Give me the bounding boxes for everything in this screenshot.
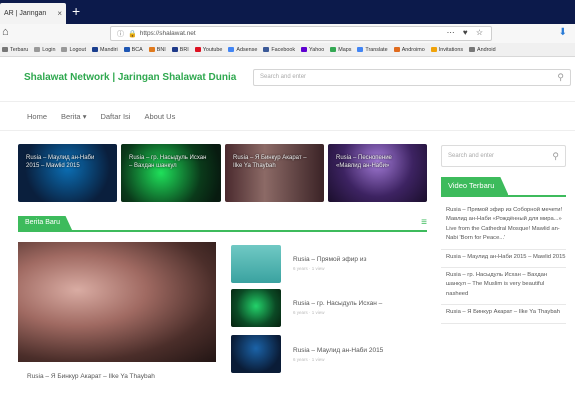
bookmark-item[interactable]: Androimo: [393, 46, 425, 53]
header-search-input[interactable]: Search and enter ⚲: [253, 69, 571, 86]
home-icon[interactable]: ⌂: [2, 26, 9, 38]
bookmark-item[interactable]: Android: [469, 46, 496, 53]
bookmark-item[interactable]: Invitations: [430, 46, 463, 53]
post-meta: 6 years · 1 view: [293, 357, 325, 362]
search-icon[interactable]: ⚲: [557, 72, 564, 83]
slider-item[interactable]: Rusia – Песнопение «Мавлид ан-Наби»: [328, 144, 427, 202]
lock-icon: 🔒: [128, 30, 137, 38]
bookmark-item[interactable]: Youtube: [194, 46, 222, 53]
featured-image[interactable]: [18, 242, 216, 362]
post-thumbnail[interactable]: [231, 245, 281, 283]
browser-tab[interactable]: AR | Jaringan ×: [0, 3, 66, 24]
tab-bar: AR | Jaringan × +: [0, 0, 575, 24]
sidebar-search-input[interactable]: Search and enter ⚲: [441, 145, 566, 167]
bookmark-item[interactable]: Mandiri: [91, 46, 118, 53]
new-tab-button[interactable]: +: [72, 3, 80, 19]
menu-item-daftar-isi[interactable]: Daftar Isi: [100, 112, 130, 121]
menu-item-about[interactable]: About Us: [144, 112, 175, 121]
menu-item-home[interactable]: Home: [27, 112, 47, 121]
bookmark-item[interactable]: Translate: [357, 46, 388, 53]
post-title[interactable]: Rusia – Маулид ан-Наби 2015: [293, 347, 383, 354]
post-thumbnail[interactable]: [231, 335, 281, 373]
browser-window: AR | Jaringan × + ⌂ ⓘ 🔒 https://shalawat…: [0, 0, 575, 398]
bookmark-item[interactable]: Yahoo: [301, 46, 324, 53]
sidebar-search-placeholder: Search and enter: [448, 153, 495, 159]
search-icon[interactable]: ⚲: [552, 151, 559, 162]
bookmark-item[interactable]: Maps: [330, 46, 351, 53]
page-actions[interactable]: ⋯ ♥ ☆: [447, 28, 486, 37]
bookmark-item[interactable]: Terbaru: [2, 46, 28, 53]
post-meta: 6 years · 1 view: [293, 266, 325, 271]
post-meta: 6 years · 1 view: [293, 310, 325, 315]
slider-caption: Rusia – Маулид ан-Наби 2015 – Mawlid 201…: [26, 155, 95, 169]
tab-title: AR | Jaringan: [4, 10, 47, 17]
bookmarks-bar: Terbaru Login Logout Mandiri BCA BNI BRI…: [0, 43, 575, 57]
video-list-item[interactable]: Rusia – Маулид ан-Наби 2015 – Mawlid 201…: [441, 250, 566, 269]
bookmark-item[interactable]: Logout: [61, 46, 86, 53]
post-title[interactable]: Rusia – гр. Насыдуль Исхан –: [293, 300, 382, 307]
nav-bar: ⌂ ⓘ 🔒 https://shalawat.net ⋯ ♥ ☆ ⬇: [0, 24, 575, 43]
slider-caption: Rusia – Я Бинкур Акарат – Ilke Ya Thayba…: [233, 155, 307, 169]
featured-caption[interactable]: Rusia – Я Бинкур Акарат – Ilke Ya Thayba…: [27, 373, 155, 380]
post-thumbnail[interactable]: [231, 289, 281, 327]
tab-close-icon[interactable]: ×: [57, 9, 62, 18]
url-text[interactable]: https://shalawat.net: [140, 30, 196, 37]
bookmark-item[interactable]: Facebook: [263, 46, 295, 53]
widget-header: Video Terbaru: [441, 177, 566, 197]
site-title[interactable]: Shalawat Network | Jaringan Shalawat Dun…: [24, 72, 236, 83]
address-bar[interactable]: ⓘ 🔒 https://shalawat.net ⋯ ♥ ☆: [110, 26, 492, 41]
menu-item-berita[interactable]: Berita ▾: [61, 112, 86, 121]
slider-item[interactable]: Rusia – гр. Насыдуль Исхан – Вахдан шанк…: [121, 144, 221, 202]
bookmark-item[interactable]: BCA: [123, 46, 143, 53]
bookmark-item[interactable]: Adsense: [228, 46, 257, 53]
video-list-item[interactable]: Rusia – Прямой эфир из Соборной мечети! …: [441, 203, 566, 250]
site-header: Shalawat Network | Jaringan Shalawat Dun…: [0, 57, 575, 97]
slider-caption: Rusia – гр. Насыдуль Исхан – Вахдан шанк…: [129, 155, 207, 169]
post-title[interactable]: Rusia – Прямой эфир из: [293, 256, 366, 263]
header-search-placeholder: Search and enter: [260, 74, 307, 80]
download-icon[interactable]: ⬇: [559, 27, 567, 38]
section-title: Berita Baru: [18, 216, 73, 230]
video-list-item[interactable]: Rusia – Я Бинкур Акарат – Ilke Ya Thayba…: [441, 305, 566, 324]
info-icon[interactable]: ⓘ: [117, 29, 124, 39]
bookmark-item[interactable]: Login: [34, 46, 55, 53]
slider-item[interactable]: Rusia – Маулид ан-Наби 2015 – Mawlid 201…: [18, 144, 117, 202]
slider-item[interactable]: Rusia – Я Бинкур Акарат – Ilke Ya Thayba…: [225, 144, 324, 202]
slider-caption: Rusia – Песнопение «Мавлид ан-Наби»: [336, 155, 392, 169]
section-header: Berita Baru ≡: [18, 216, 427, 232]
widget-title: Video Terbaru: [441, 177, 509, 195]
video-list: Rusia – Прямой эфир из Соборной мечети! …: [441, 203, 566, 324]
bookmark-item[interactable]: BNI: [148, 46, 166, 53]
main-menu: Home Berita ▾ Daftar Isi About Us: [0, 101, 575, 131]
hamburger-icon[interactable]: ≡: [421, 216, 427, 229]
video-list-item[interactable]: Rusia – гр. Насыдуль Исхан – Вахдан шанк…: [441, 268, 566, 306]
bookmark-item[interactable]: BRI: [171, 46, 189, 53]
